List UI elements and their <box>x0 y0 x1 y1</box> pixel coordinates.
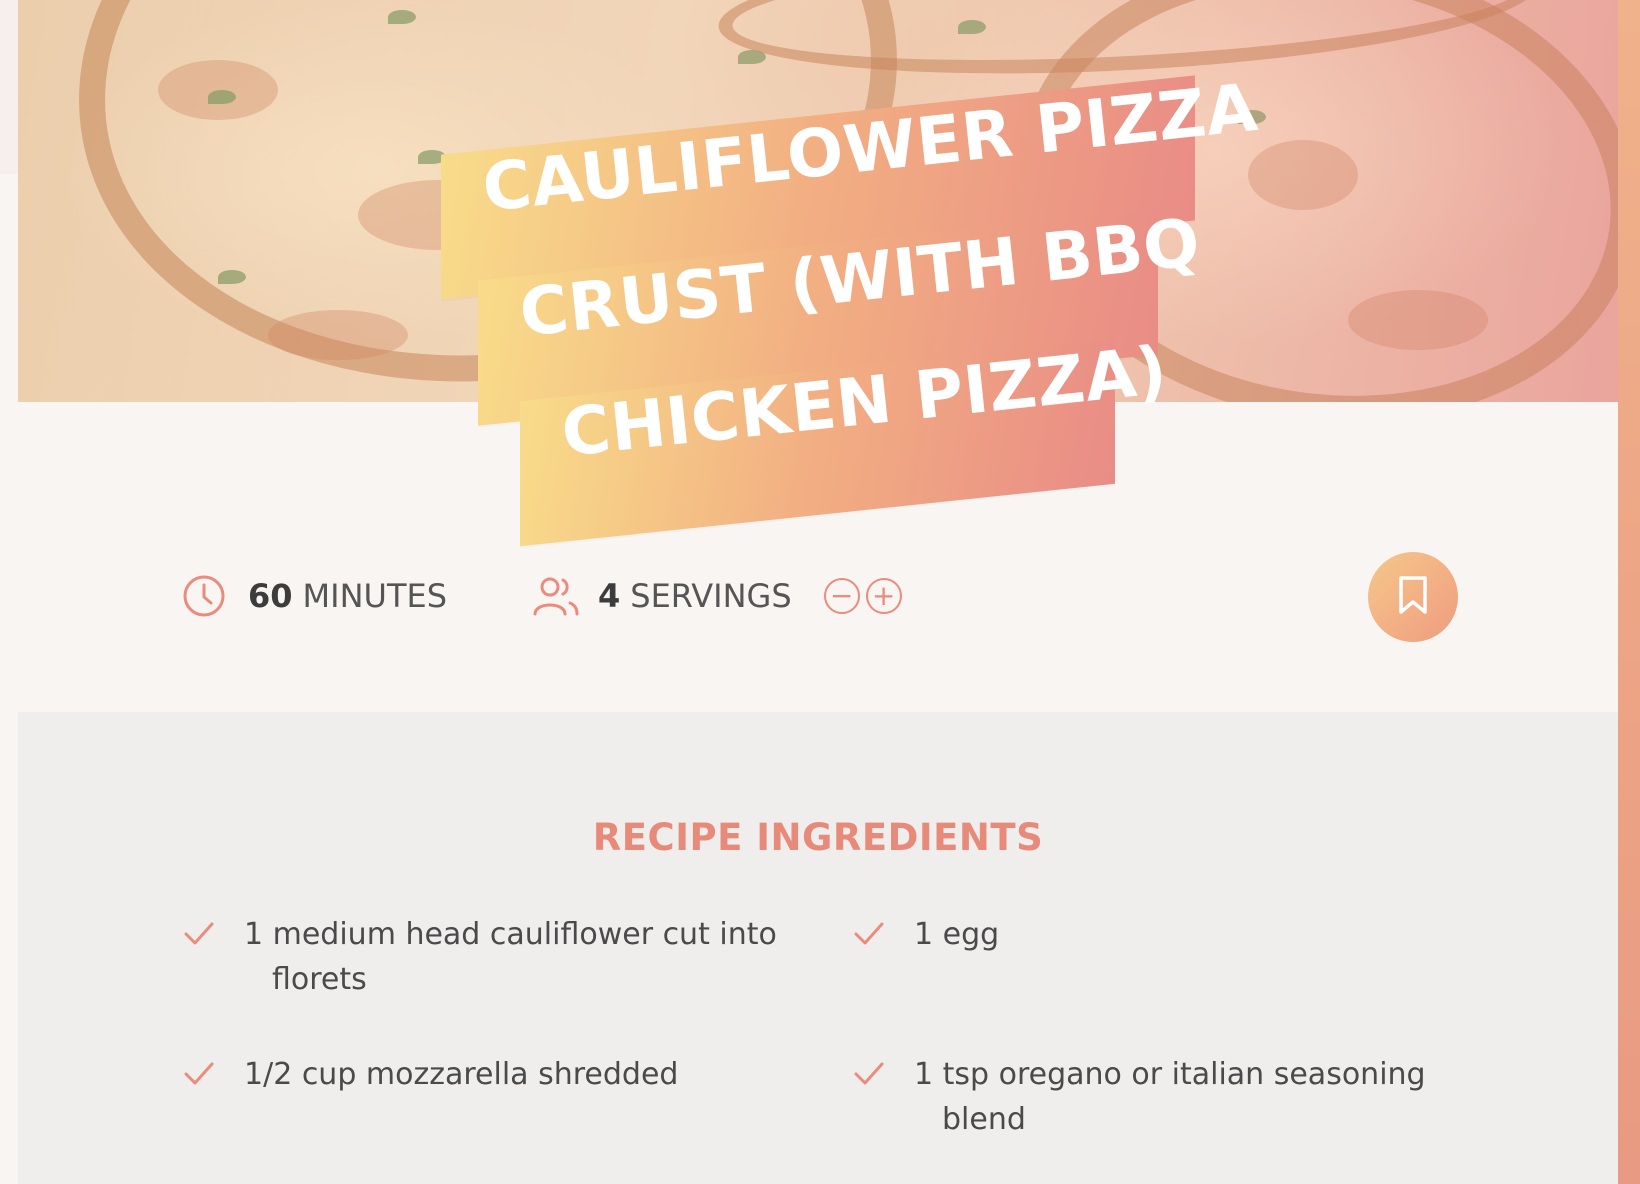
servings-unit: SERVINGS <box>630 577 792 615</box>
cook-time: 60 MINUTES <box>180 572 447 620</box>
cook-time-unit: MINUTES <box>302 577 448 615</box>
ingredient-text: 1 medium head cauliflower cut into flore… <box>244 917 777 997</box>
checkmark-icon <box>182 1056 216 1090</box>
clock-icon <box>180 572 228 620</box>
servings: 4 SERVINGS − + <box>530 572 902 620</box>
servings-stepper: − + <box>823 578 902 614</box>
increase-servings-button[interactable]: + <box>865 578 902 614</box>
bookmark-icon <box>1395 574 1431 620</box>
recipe-page: 60 MINUTES 4 SERVINGS − + RECIPE INGREDI… <box>0 0 1640 1184</box>
ingredients-heading: RECIPE INGREDIENTS <box>592 816 1044 859</box>
cook-time-value: 60 <box>248 577 293 615</box>
decrease-servings-button[interactable]: − <box>823 578 860 614</box>
checkmark-icon <box>852 916 886 950</box>
checkmark-icon <box>852 1056 886 1090</box>
ingredient-text: 1 egg <box>914 917 1000 952</box>
ingredient-item[interactable]: 1/2 cup mozzarella shredded <box>182 1052 782 1097</box>
servings-value: 4 <box>598 577 621 615</box>
ingredient-item[interactable]: 1 tsp oregano or italian seasoning blend <box>852 1052 1492 1142</box>
left-edge-panel <box>0 0 18 174</box>
hero-image <box>18 0 1618 402</box>
right-accent-strip <box>1618 0 1640 1184</box>
ingredient-item[interactable]: 1 egg <box>852 912 1452 957</box>
recipe-meta-bar: 60 MINUTES 4 SERVINGS − + <box>18 402 1618 712</box>
bookmark-button[interactable] <box>1368 552 1458 642</box>
users-icon <box>530 572 579 620</box>
ingredient-text: 1/2 cup mozzarella shredded <box>244 1057 679 1092</box>
ingredient-item[interactable]: 1 medium head cauliflower cut into flore… <box>182 912 782 1002</box>
checkmark-icon <box>182 916 216 950</box>
ingredients-section: RECIPE INGREDIENTS 1 medium head caulifl… <box>18 712 1618 1184</box>
ingredient-text: 1 tsp oregano or italian seasoning blend <box>914 1057 1426 1137</box>
